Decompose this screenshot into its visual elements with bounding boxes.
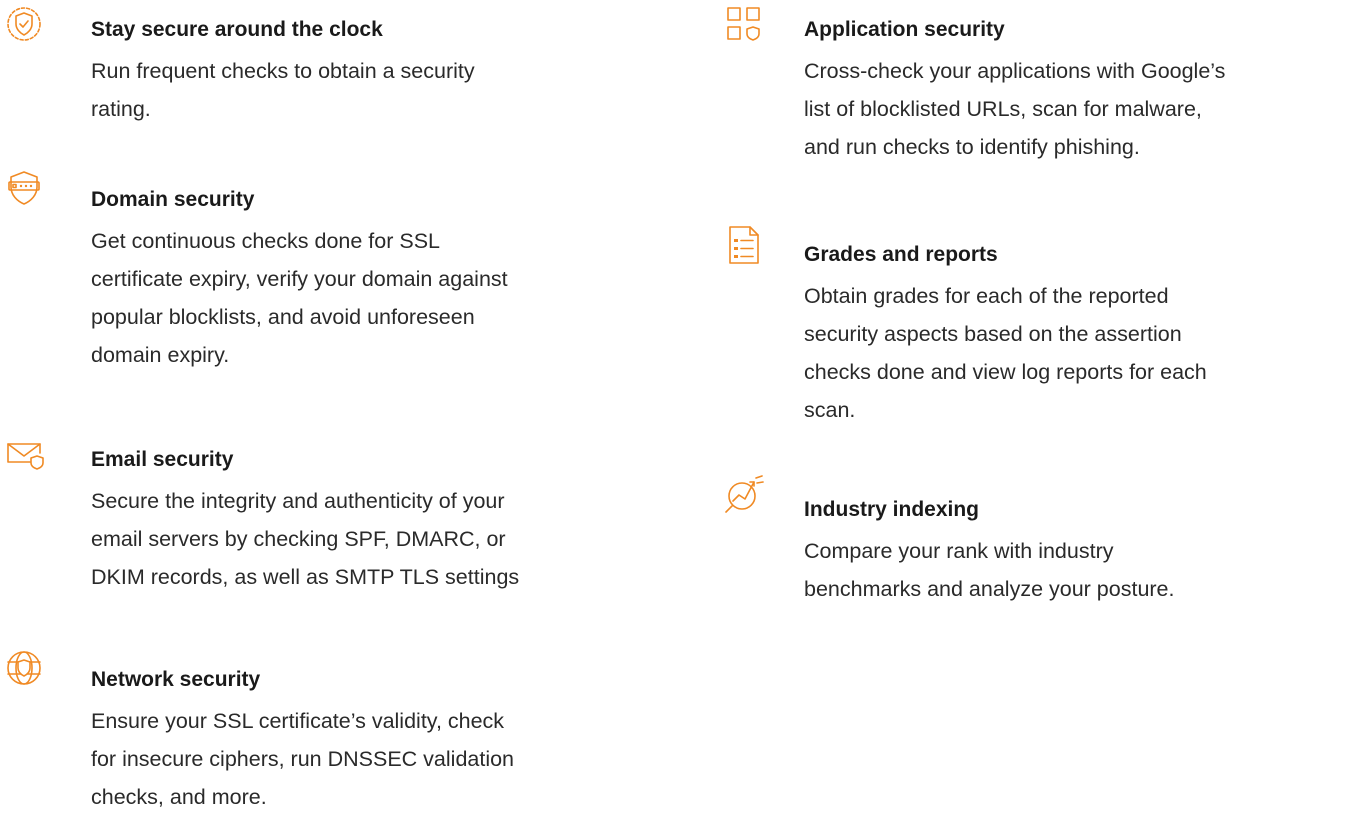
- feature-title: Application security: [804, 18, 1005, 41]
- feature-description: Cross-check your applications with Googl…: [804, 59, 1226, 159]
- domain-shield-icon: [4, 168, 44, 208]
- feature-description: Ensure your SSL certificate’s validity, …: [91, 709, 515, 809]
- industry-index-magnifier-icon: [724, 474, 764, 514]
- report-list-icon: [724, 225, 764, 265]
- feature-title: Email security: [91, 448, 234, 471]
- email-shield-icon: [4, 432, 44, 472]
- feature-title: Stay secure around the clock: [91, 18, 383, 41]
- feature-title: Industry indexing: [804, 498, 980, 521]
- feature-description: Secure the integrity and authenticity of…: [91, 489, 520, 589]
- shield-check-clock-icon: [4, 4, 44, 44]
- network-globe-shield-icon: [4, 648, 44, 688]
- feature-description: Compare your rank with industry benchmar…: [804, 539, 1175, 601]
- feature-title: Domain security: [91, 188, 255, 211]
- feature-title: Grades and reports: [804, 243, 998, 266]
- feature-title: Network security: [91, 668, 261, 691]
- feature-description: Obtain grades for each of the reported s…: [804, 284, 1207, 422]
- feature-description: Get continuous checks done for SSL certi…: [91, 229, 508, 367]
- application-grid-shield-icon: [724, 4, 764, 44]
- feature-description: Run frequent checks to obtain a security…: [91, 59, 475, 121]
